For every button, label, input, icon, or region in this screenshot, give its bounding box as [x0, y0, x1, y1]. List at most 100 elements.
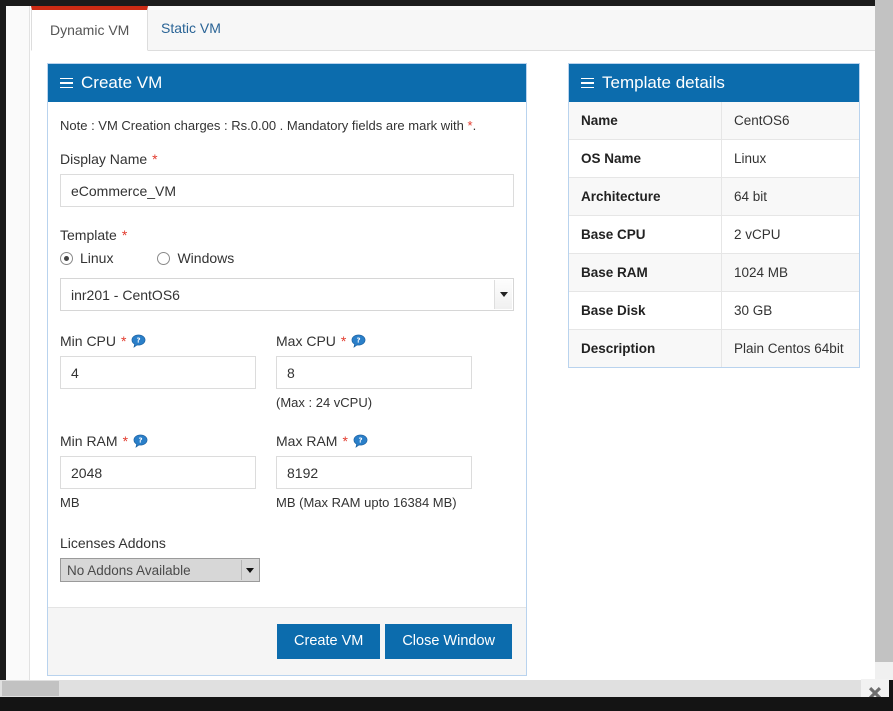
svg-text:?: ?	[358, 435, 362, 444]
create-vm-button[interactable]: Create VM	[277, 624, 381, 659]
min-cpu-label-text: Min CPU	[60, 333, 117, 349]
template-details-header: Template details	[569, 64, 859, 102]
radio-windows-indicator[interactable]	[157, 251, 171, 265]
template-select-value: inr201 - CentOS6	[71, 286, 180, 303]
max-ram-field: Max RAM * ? 8192 MB (Max RAM upto 16384 …	[276, 433, 472, 511]
radio-option-windows[interactable]: Windows	[157, 250, 234, 266]
display-name-input[interactable]	[60, 174, 514, 207]
row-key: OS Name	[569, 139, 722, 178]
template-os-radio-group: Linux Windows	[60, 250, 514, 266]
template-label-text: Template	[60, 227, 117, 243]
row-key: Base CPU	[569, 215, 722, 254]
close-window-button[interactable]: Close Window	[385, 624, 512, 659]
row-key: Description	[569, 329, 722, 367]
min-ram-field: Min RAM * ? 2048 MB	[60, 433, 256, 511]
template-required-mark: *	[121, 227, 128, 243]
min-ram-input[interactable]	[60, 456, 256, 489]
svg-text:?: ?	[137, 335, 141, 344]
svg-text:?: ?	[357, 335, 361, 344]
max-cpu-input[interactable]	[276, 356, 472, 389]
tab-static-vm[interactable]: Static VM	[143, 6, 239, 51]
note-text: Note : VM Creation charges : Rs.0.00 . M…	[60, 118, 468, 133]
max-cpu-label-text: Max CPU	[276, 333, 336, 349]
max-cpu-field: Max CPU * ? 8 (Max: 24 vCPU)	[276, 333, 472, 411]
min-cpu-input[interactable]	[60, 356, 256, 389]
row-value: Linux	[734, 151, 767, 166]
vertical-scrollbar-thumb[interactable]	[875, 0, 893, 662]
max-cpu-required-mark: *	[340, 333, 347, 349]
create-vm-panel: Create VM Note : VM Creation charges : R…	[47, 63, 527, 676]
help-question-icon[interactable]: ?	[351, 334, 366, 349]
max-ram-label: Max RAM * ?	[276, 433, 472, 449]
ram-row: Min RAM * ? 2048 MB Max RAM * ? 8192 MB …	[60, 433, 514, 511]
min-ram-hint: MB	[60, 495, 80, 510]
table-row: Base RAM 1024 MB	[569, 253, 859, 292]
max-cpu-hint: (Max : 24 vCPU)	[276, 395, 373, 410]
max-cpu-label: Max CPU * ?	[276, 333, 472, 349]
template-details-title: Template details	[602, 73, 725, 92]
tab-bar: Dynamic VM Static VM	[31, 6, 875, 51]
horizontal-scrollbar-thumb[interactable]	[2, 681, 59, 696]
page-left-gutter	[6, 6, 30, 680]
radio-option-linux[interactable]: Linux	[60, 250, 113, 266]
note-suffix: .	[472, 118, 477, 133]
tab-static-vm-label: Static VM	[161, 20, 221, 36]
chevron-down-icon[interactable]	[494, 280, 512, 309]
min-cpu-field: Min CPU * ?	[60, 333, 256, 411]
create-vm-title: Create VM	[81, 73, 163, 92]
cpu-row: Min CPU * ? 4 Max CPU * ? 8 (Max: 24 vC…	[60, 333, 514, 411]
table-row: OS Name Linux	[569, 139, 859, 178]
display-name-label-text: Display Name	[60, 151, 148, 167]
window-bottom-chrome	[0, 697, 893, 711]
row-key: Base RAM	[569, 253, 722, 292]
create-vm-footer: Create VM Close Window	[48, 607, 526, 675]
max-ram-required-mark: *	[342, 433, 348, 449]
row-value: 30 GB	[734, 303, 773, 318]
table-row: Name CentOS6	[569, 102, 859, 140]
page-canvas: Dynamic VM Static VM Create VM Note : VM…	[6, 6, 875, 680]
row-key: Base Disk	[569, 291, 722, 330]
min-ram-label: Min RAM * ?	[60, 433, 256, 449]
min-cpu-required-mark: *	[121, 333, 127, 349]
radio-windows-label: Windows	[177, 250, 235, 266]
radio-linux-label: Linux	[80, 250, 114, 266]
row-key: Name	[569, 102, 722, 140]
help-question-icon[interactable]: ?	[133, 434, 148, 449]
row-value: Plain Centos 64bit	[734, 341, 844, 356]
hamburger-icon	[581, 77, 594, 89]
horizontal-scrollbar[interactable]	[0, 680, 875, 697]
chevron-down-icon[interactable]	[241, 560, 258, 580]
licenses-addons-label-text: Licenses Addons	[60, 535, 166, 551]
licenses-addons-select-value: No Addons Available	[67, 562, 191, 578]
help-question-icon[interactable]: ?	[131, 334, 146, 349]
row-value: CentOS6	[734, 113, 790, 128]
template-select[interactable]: inr201 - CentOS6	[60, 278, 514, 311]
creation-charges-note: Note : VM Creation charges : Rs.0.00 . M…	[60, 118, 514, 133]
max-ram-input[interactable]	[276, 456, 472, 489]
max-ram-label-text: Max RAM	[276, 433, 338, 449]
create-vm-form: Note : VM Creation charges : Rs.0.00 . M…	[48, 102, 526, 582]
table-row: Description Plain Centos 64bit	[569, 329, 859, 367]
min-cpu-hint	[60, 395, 256, 411]
display-name-label: Display Name *	[60, 151, 514, 167]
tab-dynamic-vm[interactable]: Dynamic VM	[31, 6, 149, 51]
licenses-addons-select[interactable]: No Addons Available	[60, 558, 260, 582]
table-row: Base Disk 30 GB	[569, 291, 859, 330]
min-ram-required-mark: *	[122, 433, 129, 449]
template-details-table: Name CentOS6 OS Name Linux Architecture …	[569, 102, 859, 367]
radio-linux-indicator[interactable]	[60, 251, 73, 265]
row-value: 64 bit	[734, 189, 768, 204]
help-question-icon[interactable]: ?	[353, 434, 368, 449]
min-ram-label-text: Min RAM	[60, 433, 118, 449]
svg-text:?: ?	[138, 435, 142, 444]
max-ram-hint: MB (Max RAM upto 16384 MB)	[276, 495, 457, 510]
browser-viewport: Dynamic VM Static VM Create VM Note : VM…	[0, 0, 893, 711]
vertical-scrollbar[interactable]	[875, 0, 893, 680]
table-row: Base CPU 2 vCPU	[569, 215, 859, 254]
min-cpu-label: Min CPU * ?	[60, 333, 256, 349]
create-vm-panel-header: Create VM	[48, 64, 526, 102]
template-label: Template *	[60, 227, 514, 243]
tab-dynamic-vm-label: Dynamic VM	[50, 22, 130, 38]
row-value: 1024 MB	[734, 265, 789, 280]
hamburger-icon	[60, 77, 73, 89]
